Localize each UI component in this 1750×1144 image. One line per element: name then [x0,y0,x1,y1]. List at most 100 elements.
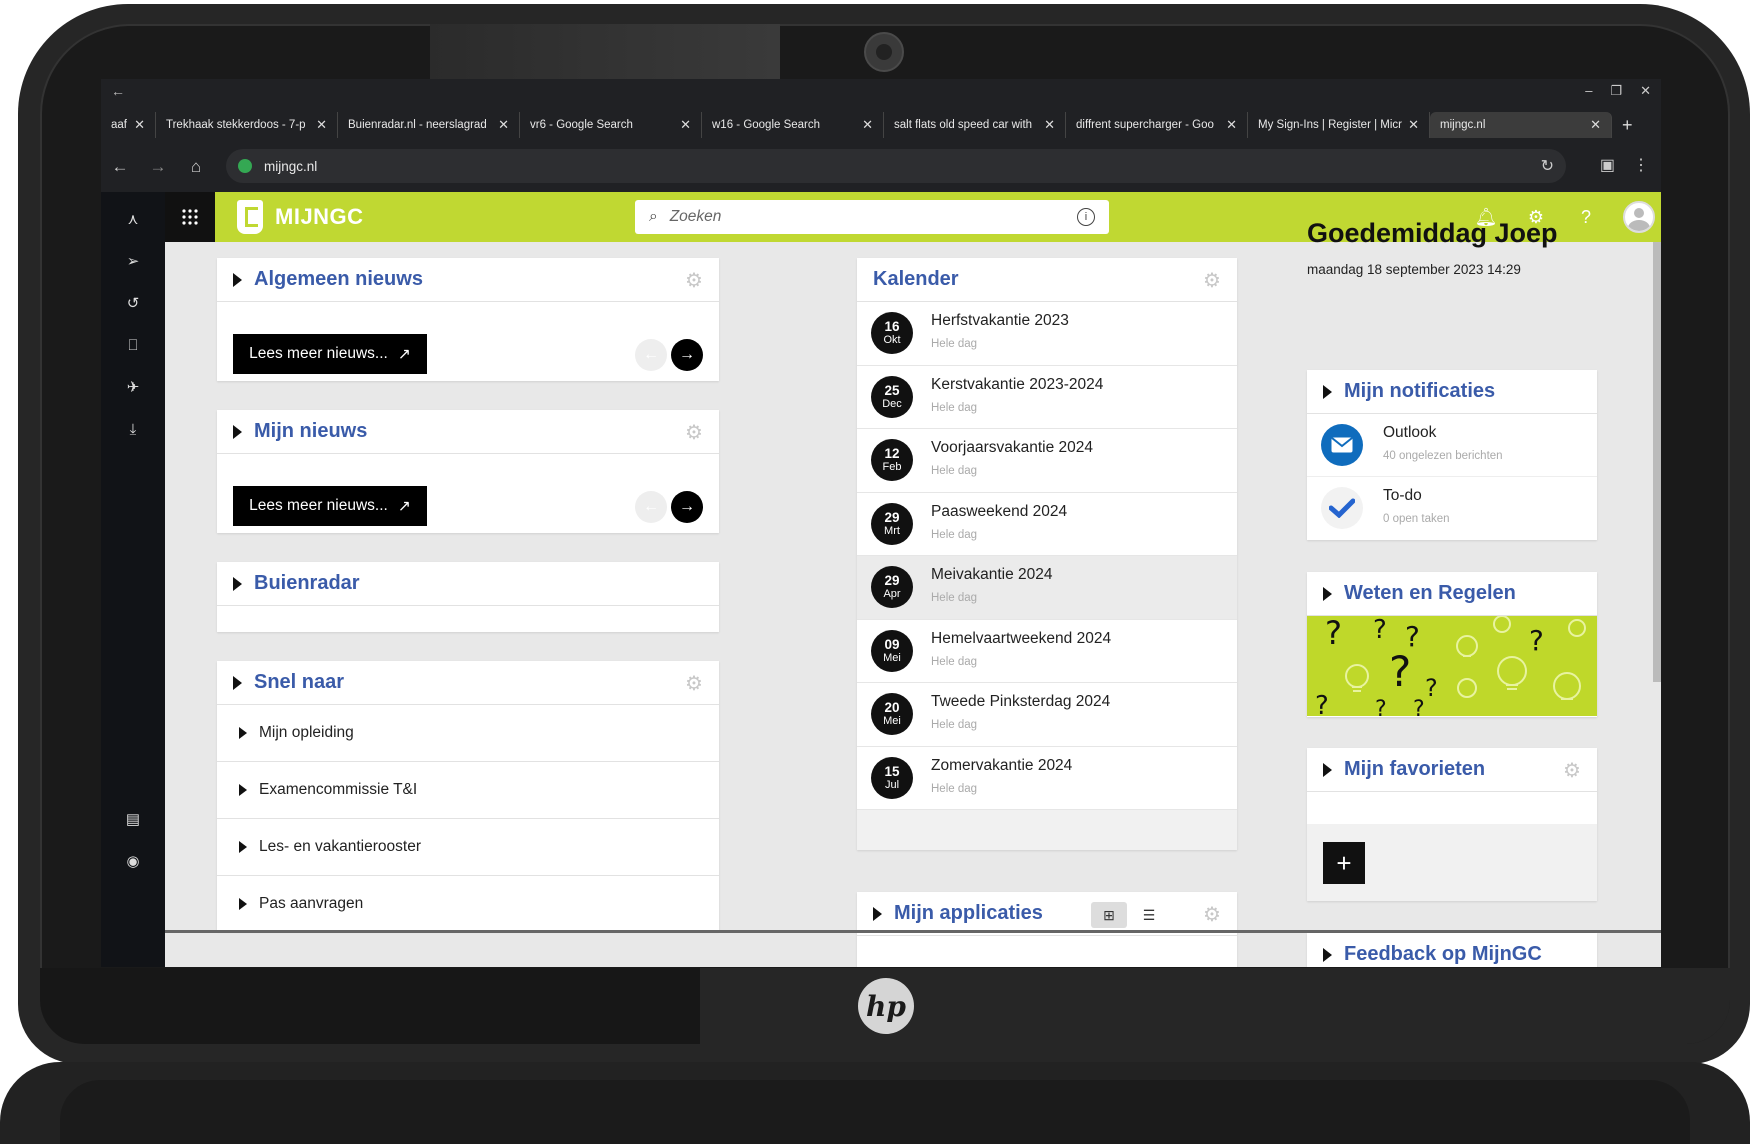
restore-icon[interactable]: ❐ [1610,83,1622,99]
calendar-item[interactable]: 12 Feb Voorjaarsvakantie 2024 Hele dag [857,429,1237,493]
browser-tab[interactable]: diffrent supercharger - Goo ✕ [1066,112,1248,138]
laptop-keyboard-deck [60,1080,1690,1144]
prev-arrow-icon[interactable]: ← [635,491,667,523]
airplane-icon[interactable]: ✈ [121,375,145,399]
new-tab-icon[interactable]: + [1612,112,1643,140]
todo-check-icon [1321,487,1363,529]
list-item[interactable]: Mijn opleiding [217,705,719,762]
apps-grid-button[interactable] [165,192,215,242]
grid-view-icon[interactable]: ⊞ [1091,902,1127,928]
calendar-item-hovered[interactable]: 29 Apr Meivakantie 2024 Hele dag [857,556,1237,620]
browser-menu-icon[interactable]: ⋮ [1633,155,1649,175]
card-header[interactable]: Mijn notificaties [1307,370,1597,414]
close-tab-icon[interactable]: ✕ [862,117,873,133]
page-scrollbar[interactable] [1653,242,1661,682]
close-tab-icon[interactable]: ✕ [134,117,145,133]
gear-icon[interactable]: ⚙ [683,673,705,695]
calendar-item[interactable]: 20 Mei Tweede Pinksterdag 2024 Hele dag [857,683,1237,747]
list-view-icon[interactable]: ☰ [1131,902,1167,928]
browser-toolbar-right: ▣ ⋮ [1600,155,1661,175]
calendar-item[interactable]: 16 Okt Herfstvakantie 2023 Hele dag [857,302,1237,366]
account-icon[interactable]: ◉ [121,849,145,873]
chat-icon[interactable]: ▤ [121,807,145,831]
card-header[interactable]: Kalender ⚙ [857,258,1237,302]
close-tab-icon[interactable]: ✕ [498,117,509,133]
card-header[interactable]: Algemeen nieuws ⚙ [217,258,719,302]
card-header[interactable]: Buienradar [217,562,719,606]
bookmark-icon[interactable]: ⎕ [121,333,145,357]
browser-tab[interactable]: My Sign-Ins | Register | Micr ✕ [1248,112,1430,138]
close-window-icon[interactable]: ✕ [1640,83,1651,99]
minimize-icon[interactable]: – [1585,83,1592,99]
read-more-news-button[interactable]: Lees meer nieuws... ↗ [233,334,427,374]
prev-arrow-icon[interactable]: ← [635,339,667,371]
browser-tab[interactable]: w16 - Google Search ✕ [702,112,884,138]
url-text: mijngc.nl [264,158,318,174]
mijngc-logo[interactable]: MIJNGC [237,200,364,234]
add-favorite-button[interactable]: + [1323,842,1365,884]
notification-item[interactable]: Outlook 40 ongelezen berichten [1307,414,1597,477]
calendar-item[interactable]: 29 Mrt Paasweekend 2024 Hele dag [857,493,1237,556]
date-day: 29 [884,573,900,588]
close-tab-icon[interactable]: ✕ [316,117,327,133]
date-month: Feb [882,461,902,473]
help-icon[interactable]: ? [1573,204,1599,230]
outlook-mail-icon [1321,424,1363,466]
browser-tab[interactable]: salt flats old speed car with ✕ [884,112,1066,138]
caret-right-icon [239,841,247,853]
browser-tab[interactable]: Buienradar.nl - neerslagrad ✕ [338,112,520,138]
back-arrow-icon[interactable]: ← [111,83,125,99]
gear-icon[interactable]: ⚙ [1201,904,1223,926]
arc-logo-icon[interactable]: ⋏ [121,207,145,231]
search-input[interactable]: ⌕ Zoeken i [635,200,1109,234]
lightbulb-question-illustration: ? ? ? ? ? ? ? ? ? [1307,616,1597,716]
card-header[interactable]: Feedback op MijnGC [1307,933,1597,967]
close-tab-icon[interactable]: ✕ [1044,117,1055,133]
caret-right-icon [239,898,247,910]
browser-tab[interactable]: aaf ✕ [101,112,156,138]
date-badge: 12 Feb [871,439,913,481]
card-header[interactable]: Snel naar ⚙ [217,661,719,705]
read-more-news-button[interactable]: Lees meer nieuws... ↗ [233,486,427,526]
back-icon[interactable]: ← [101,157,139,177]
calendar-item[interactable]: 09 Mei Hemelvaartweekend 2024 Hele dag [857,620,1237,683]
home-icon[interactable]: ⌂ [177,157,215,177]
button-label: Lees meer nieuws... [249,497,388,514]
gear-icon[interactable]: ⚙ [683,270,705,292]
send-icon[interactable]: ➢ [121,249,145,273]
browser-tab-active[interactable]: mijngc.nl ✕ [1430,112,1612,138]
download-icon[interactable]: ⤓ [121,417,145,441]
card-title: Weten en Regelen [1344,582,1516,604]
reload-icon[interactable]: ↻ [1541,156,1554,176]
list-item[interactable]: Examencommissie T&I [217,762,719,819]
date-day: 16 [884,319,900,334]
info-icon[interactable]: i [1077,208,1095,226]
close-tab-icon[interactable]: ✕ [1226,117,1237,133]
calendar-item[interactable]: 25 Dec Kerstvakantie 2023-2024 Hele dag [857,366,1237,429]
close-tab-icon[interactable]: ✕ [1408,117,1419,133]
screen: ← – ❐ ✕ aaf ✕ Trekhaak stekkerdoos - 7-p ✕… [101,79,1661,967]
history-icon[interactable]: ↺ [121,291,145,315]
extensions-icon[interactable]: ▣ [1600,155,1615,175]
calendar-item[interactable]: 15 Jul Zomervakantie 2024 Hele dag [857,747,1237,810]
next-arrow-icon[interactable]: → [671,339,703,371]
close-tab-icon[interactable]: ✕ [1590,117,1601,133]
list-item[interactable]: Les- en vakantierooster [217,819,719,876]
card-header[interactable]: Weten en Regelen [1307,572,1597,616]
gear-icon[interactable]: ⚙ [683,422,705,444]
card-header[interactable]: Mijn favorieten ⚙ [1307,748,1597,792]
gear-icon[interactable]: ⚙ [1201,270,1223,292]
close-tab-icon[interactable]: ✕ [680,117,691,133]
notification-item[interactable]: To-do 0 open taken [1307,477,1597,540]
gear-icon[interactable]: ⚙ [1561,760,1583,782]
date-badge: 29 Apr [871,566,913,608]
card-header[interactable]: Mijn nieuws ⚙ [217,410,719,454]
address-bar[interactable]: mijngc.nl ↻ [226,149,1566,183]
avatar[interactable] [1623,201,1655,233]
forward-icon[interactable]: → [139,157,177,177]
date-month: Mei [883,715,901,727]
list-item[interactable]: Pas aanvragen [217,876,719,933]
next-arrow-icon[interactable]: → [671,491,703,523]
browser-tab[interactable]: vr6 - Google Search ✕ [520,112,702,138]
browser-tab[interactable]: Trekhaak stekkerdoos - 7-p ✕ [156,112,338,138]
